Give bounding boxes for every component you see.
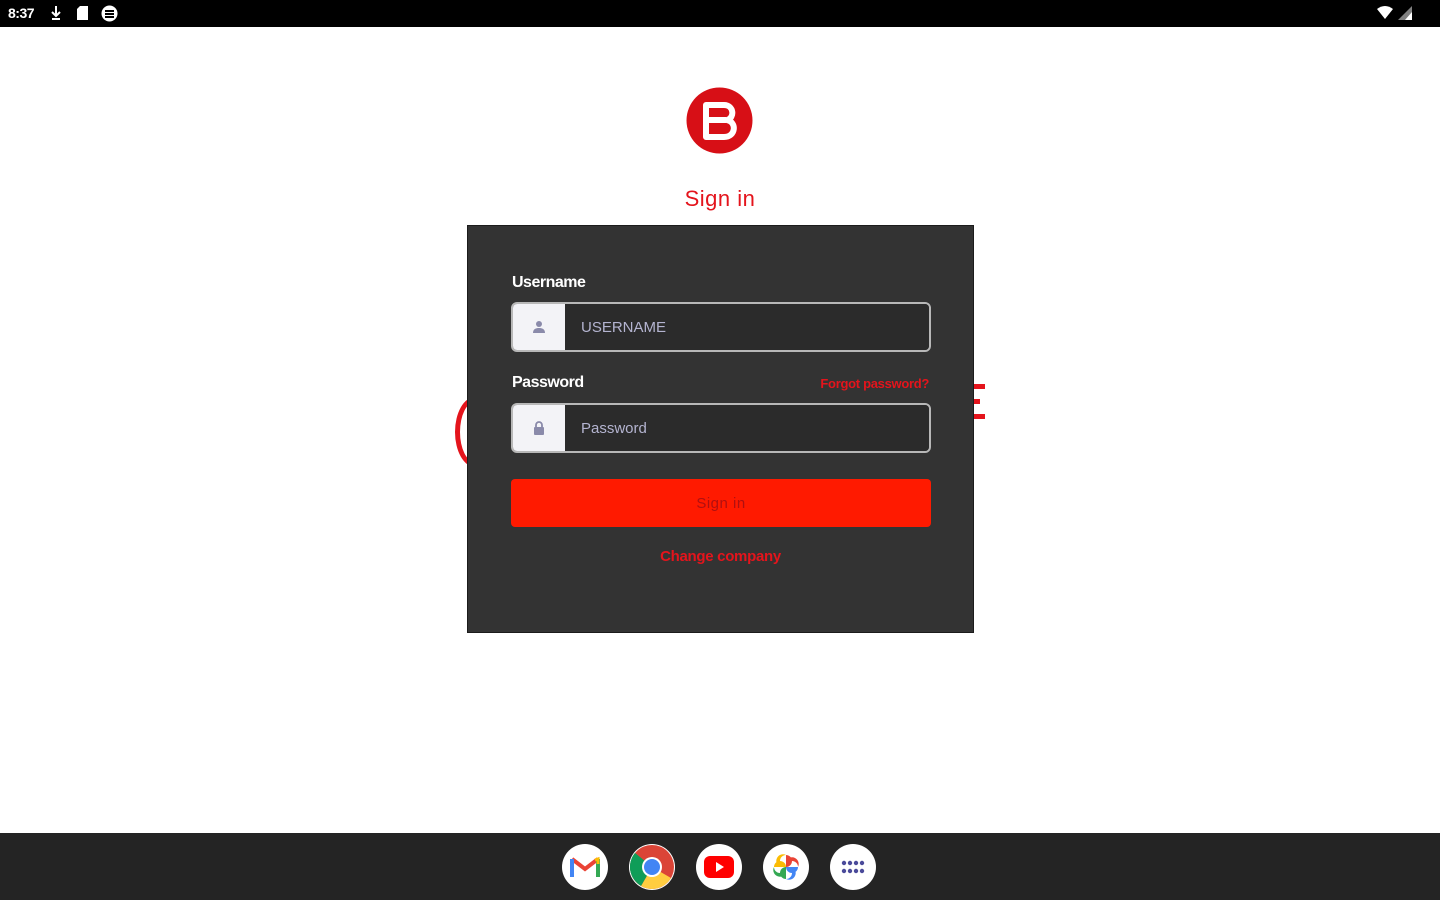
lock-icon — [513, 405, 565, 451]
change-company-link[interactable]: Change company — [468, 548, 973, 565]
username-input[interactable] — [565, 304, 929, 350]
username-input-group — [511, 302, 931, 352]
app-dock — [562, 844, 876, 890]
forgot-password-link[interactable]: Forgot password? — [820, 376, 929, 391]
sign-in-card: Username Password Forgot password? Sign … — [467, 225, 974, 633]
chrome-icon[interactable] — [629, 844, 675, 890]
taskbar — [0, 833, 1440, 900]
sign-in-button[interactable]: Sign in — [511, 479, 931, 527]
password-label: Password — [512, 374, 584, 391]
password-input[interactable] — [565, 405, 929, 451]
status-time: 8:37 — [8, 5, 35, 21]
download-icon — [50, 5, 62, 26]
password-input-group — [511, 403, 931, 453]
youtube-icon[interactable] — [696, 844, 742, 890]
user-icon — [513, 304, 565, 350]
username-label: Username — [512, 274, 586, 291]
sd-card-icon — [76, 5, 89, 26]
status-bar: 8:37 — [0, 0, 1440, 27]
brand-logo — [686, 87, 753, 154]
notification-icon — [101, 5, 118, 27]
app-launcher-icon[interactable] — [830, 844, 876, 890]
photos-icon[interactable] — [763, 844, 809, 890]
signal-icon — [1398, 6, 1412, 25]
gmail-icon[interactable] — [562, 844, 608, 890]
wifi-icon — [1376, 6, 1394, 25]
page-title: Sign in — [684, 186, 756, 211]
